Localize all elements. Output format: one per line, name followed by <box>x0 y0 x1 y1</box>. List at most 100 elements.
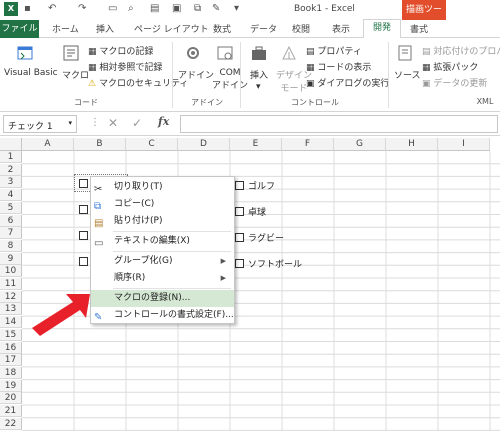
record-macro-button[interactable]: ▦ マクロの記録 <box>88 44 153 57</box>
cancel-icon[interactable]: ✕ <box>108 116 118 130</box>
tab-page-layout[interactable]: ページ レイアウト <box>134 22 209 35</box>
properties-icon: ▤ <box>306 47 318 57</box>
group-separator <box>388 42 389 108</box>
menu-item-copy[interactable]: ⧉ コピー(C) <box>91 196 234 213</box>
menu-item-paste[interactable]: ▤ 貼り付け(P) <box>91 213 234 230</box>
new-file-icon[interactable]: ▭ <box>108 3 117 14</box>
source-icon <box>398 45 412 61</box>
row-header-10[interactable]: 10 <box>0 265 22 278</box>
expansion-packs-button[interactable]: ▦ 拡張パック <box>422 60 478 73</box>
row-header-20[interactable]: 20 <box>0 392 22 405</box>
open-icon[interactable]: ▤ <box>150 3 159 14</box>
refresh-data-icon: ▣ <box>422 79 434 89</box>
drawing-tools-context-tab: 描画ツール <box>402 0 446 35</box>
column-header-c[interactable]: C <box>126 138 178 151</box>
tab-insert[interactable]: 挿入 <box>96 22 114 35</box>
tab-format[interactable]: 書式 <box>410 22 428 35</box>
row-header-6[interactable]: 6 <box>0 214 22 227</box>
menu-item-cut[interactable]: ✂ 切り取り(T) <box>91 179 234 196</box>
column-header-e[interactable]: E <box>230 138 282 151</box>
row-header-11[interactable]: 11 <box>0 278 22 290</box>
checkbox-rugby[interactable]: ラグビー <box>235 231 284 244</box>
properties-button[interactable]: ▤ プロパティ <box>306 44 362 57</box>
expansion-packs-icon: ▦ <box>422 63 434 73</box>
excel-icon: X <box>4 2 18 16</box>
menu-item-format-control[interactable]: ✎ コントロールの書式設定(F)... <box>91 307 234 324</box>
name-box[interactable]: チェック 1 ▾ <box>3 115 77 133</box>
undo-icon[interactable]: ↶ <box>48 3 56 14</box>
customize-qat-icon[interactable]: ▾ <box>234 3 239 14</box>
tab-data[interactable]: データ <box>250 22 277 35</box>
copy-icon: ⧉ <box>94 201 102 212</box>
tab-developer[interactable]: 開発 <box>363 19 401 38</box>
macro-security-button[interactable]: ⚠ マクロのセキュリティ <box>88 76 188 89</box>
relative-reference-icon: ▦ <box>88 63 100 73</box>
tab-file[interactable]: ファイル <box>0 20 39 38</box>
row-header-13[interactable]: 13 <box>0 303 22 316</box>
row-header-16[interactable]: 16 <box>0 341 22 354</box>
row-header-8[interactable]: 8 <box>0 239 22 252</box>
tab-review[interactable]: 校閲 <box>292 22 310 35</box>
row-header-15[interactable]: 15 <box>0 328 22 341</box>
column-header-h[interactable]: H <box>386 138 438 151</box>
edit-text-icon: ▭ <box>94 238 104 249</box>
menu-item-grouping[interactable]: グループ化(G) ▶ <box>91 253 234 270</box>
run-dialog-button[interactable]: ▣ ダイアログの実行 <box>306 76 389 89</box>
brush-icon[interactable]: ✎ <box>212 3 220 14</box>
row-header-7[interactable]: 7 <box>0 227 22 240</box>
row-header-4[interactable]: 4 <box>0 189 22 202</box>
relative-reference-button[interactable]: ▦ 相対参照で記録 <box>88 60 162 73</box>
row-header-12[interactable]: 12 <box>0 290 22 303</box>
red-arrow-pointer <box>32 294 90 336</box>
group-label-xml: XML <box>476 97 494 106</box>
menu-item-edit-text[interactable]: ▭ テキストの編集(X) <box>91 233 234 250</box>
chevron-down-icon[interactable]: ▾ <box>68 119 72 127</box>
folder-icon[interactable]: ▣ <box>172 3 181 14</box>
group-separator <box>240 42 241 108</box>
insert-function-icon[interactable]: fx <box>158 115 169 128</box>
window-title: Book1 - Excel <box>294 4 355 14</box>
row-header-19[interactable]: 19 <box>0 379 22 392</box>
view-code-button[interactable]: ▦ コードの表示 <box>306 60 371 73</box>
row-header-17[interactable]: 17 <box>0 354 22 367</box>
enter-icon[interactable]: ✓ <box>132 116 142 130</box>
column-header-i[interactable]: I <box>438 138 490 151</box>
row-header-3[interactable]: 3 <box>0 176 22 189</box>
column-header-g[interactable]: G <box>334 138 386 151</box>
refresh-data-button[interactable]: ▣ データの更新 <box>422 76 487 89</box>
copy-icon[interactable]: ⧉ <box>194 3 201 14</box>
formula-input[interactable] <box>180 115 498 133</box>
column-header-a[interactable]: A <box>22 138 74 151</box>
group-separator <box>172 42 173 108</box>
map-properties-button[interactable]: ▤ 対応付けのプロパ <box>422 44 500 57</box>
checkbox-table-tennis[interactable]: 卓球 <box>235 205 266 218</box>
checkbox-golf[interactable]: ゴルフ <box>235 179 275 192</box>
column-header-d[interactable]: D <box>178 138 230 151</box>
row-header-5[interactable]: 5 <box>0 201 22 214</box>
checkbox-softball[interactable]: ソフトボール <box>235 257 302 270</box>
tab-home[interactable]: ホーム <box>52 22 79 35</box>
row-header-14[interactable]: 14 <box>0 316 22 329</box>
row-header-18[interactable]: 18 <box>0 366 22 379</box>
row-header-21[interactable]: 21 <box>0 405 22 417</box>
menu-item-order[interactable]: 順序(R) ▶ <box>91 270 234 287</box>
column-header-f[interactable]: F <box>282 138 334 151</box>
view-code-icon: ▦ <box>306 63 318 73</box>
tab-formulas[interactable]: 数式 <box>213 22 231 35</box>
row-header-1[interactable]: 1 <box>0 151 22 163</box>
redo-icon[interactable]: ↷ <box>78 3 86 14</box>
group-label-controls: コントロール <box>291 98 339 107</box>
row-header-22[interactable]: 22 <box>0 417 22 430</box>
column-header-b[interactable]: B <box>74 138 126 151</box>
menu-item-assign-macro[interactable]: マクロの登録(N)... <box>91 290 234 307</box>
ribbon: Visual Basic マクロ ▦ マクロの記録 ▦ 相対参照で記録 ⚠ マク… <box>0 38 500 112</box>
save-icon[interactable]: ▪ <box>24 3 31 14</box>
ribbon-tabs: ファイル ホーム 挿入 ページ レイアウト 数式 データ 校閲 表示 開発 書式 <box>0 19 500 38</box>
select-all-corner[interactable] <box>0 138 22 151</box>
print-preview-icon[interactable]: ⌕ <box>128 3 134 14</box>
group-label-addins: アドイン <box>191 98 223 107</box>
design-mode-icon <box>282 45 296 60</box>
row-header-2[interactable]: 2 <box>0 163 22 176</box>
row-header-9[interactable]: 9 <box>0 252 22 265</box>
tab-view[interactable]: 表示 <box>332 22 350 35</box>
